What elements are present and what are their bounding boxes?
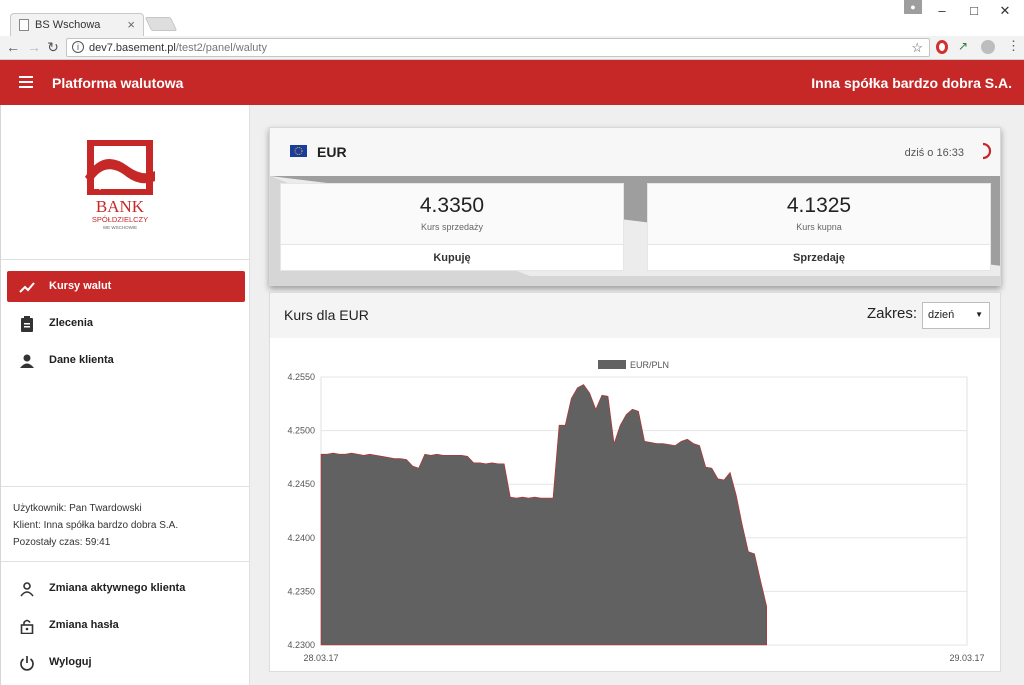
sell-rate-label: Kurs sprzedaży xyxy=(420,222,484,232)
sidebar: BANK SPÓŁDZIELCZY WE WSCHOWIE Kursy walu… xyxy=(0,105,250,685)
app-title: Platforma walutowa xyxy=(52,75,184,91)
app-header: Platforma walutowa Inna spółka bardzo do… xyxy=(0,60,1024,105)
legend-swatch xyxy=(598,360,626,369)
lock-icon xyxy=(20,619,34,634)
legend-label: EUR/PLN xyxy=(630,360,669,370)
maximize-icon[interactable]: □ xyxy=(964,3,984,18)
company-name: Inna spółka bardzo dobra S.A. xyxy=(811,75,1012,91)
browser-toolbar: ← → ↻ i dev7.basement.pl/test2/panel/wal… xyxy=(0,36,1024,60)
clipboard-icon xyxy=(21,316,33,332)
address-bar[interactable]: i dev7.basement.pl/test2/panel/waluty ☆ xyxy=(66,38,930,57)
divider xyxy=(1,561,250,562)
menu-dots-icon[interactable]: ⋮ xyxy=(1007,38,1021,53)
buy-rate-label: Kurs kupna xyxy=(796,222,842,232)
trending-up-icon xyxy=(19,282,35,293)
tab-title: BS Wschowa xyxy=(35,19,101,31)
logo-subtitle: SPÓŁDZIELCZY xyxy=(92,215,148,224)
profile-icon[interactable]: ● xyxy=(904,0,922,14)
session-time: Pozostały czas: 59:41 xyxy=(13,537,111,548)
nav-item-zlecenia[interactable]: Zlecenia xyxy=(7,308,245,339)
bank-logo: BANK SPÓŁDZIELCZY WE WSCHOWIE xyxy=(83,137,157,233)
url-text[interactable]: dev7.basement.pl/test2/panel/waluty xyxy=(89,42,267,54)
sell-currency-button[interactable]: Sprzedaję xyxy=(648,244,990,270)
extension-printer-icon[interactable] xyxy=(981,40,995,54)
range-label: Zakres: xyxy=(867,305,918,322)
dropdown-arrow-icon: ▼ xyxy=(975,310,983,319)
buy-rate-value: 4.1325 xyxy=(786,194,852,217)
y-tick-label: 4.2300 xyxy=(287,640,315,650)
browser-titlebar: BS Wschowa × ● – □ ✕ xyxy=(0,0,1024,36)
rate-header: EUR dziś o 16:33 xyxy=(270,128,1000,176)
y-tick-label: 4.2400 xyxy=(287,533,315,543)
refresh-spinner-icon xyxy=(982,142,992,160)
reload-icon[interactable]: ↻ xyxy=(45,39,61,56)
forward-icon[interactable]: → xyxy=(26,39,42,55)
sell-rate-box: 4.3350 Kurs sprzedaży Kupuję xyxy=(280,183,624,271)
chart-title: Kurs dla EUR xyxy=(284,307,369,323)
main-content: EUR dziś o 16:33 4.3350 Kurs sprzedaży K… xyxy=(250,105,1024,685)
client-name: Klient: Inna spółka bardzo dobra S.A. xyxy=(13,520,179,531)
extension-arrow-icon[interactable]: ↗ xyxy=(958,39,972,53)
exchange-rate-chart: 4.2300 4.2350 4.2400 4.2450 4.2500 4.2550 28.0… xyxy=(287,360,985,663)
nav-label: Dane klienta xyxy=(49,354,114,366)
nav-item-zmiana-klienta[interactable]: Zmiana aktywnego klienta xyxy=(7,573,245,604)
y-tick-label: 4.2350 xyxy=(287,586,315,596)
buy-currency-button[interactable]: Kupuję xyxy=(281,244,623,270)
y-tick-label: 4.2450 xyxy=(287,479,315,489)
divider xyxy=(1,259,250,260)
nav-label: Kursy walut xyxy=(49,280,112,292)
bookmark-star-icon[interactable]: ☆ xyxy=(911,40,923,56)
nav-label: Wyloguj xyxy=(49,656,92,668)
x-tick-label-start: 28.03.17 xyxy=(303,653,338,663)
currency-code: EUR xyxy=(317,144,347,160)
nav-label: Zlecenia xyxy=(49,317,94,329)
nav-label: Zmiana aktywnego klienta xyxy=(49,582,186,594)
user-name: Użytkownik: Pan Twardowski xyxy=(13,503,142,514)
logo-bank-text: BANK xyxy=(96,197,145,216)
nav-item-kursy-walut[interactable]: Kursy walut xyxy=(7,271,245,302)
rate-card: EUR dziś o 16:33 4.3350 Kurs sprzedaży K… xyxy=(269,127,1001,286)
hamburger-menu-icon[interactable] xyxy=(19,76,33,88)
person-icon xyxy=(20,354,34,368)
y-tick-label: 4.2500 xyxy=(287,426,315,436)
eu-flag-icon xyxy=(290,145,307,157)
divider xyxy=(1,486,250,487)
sell-rate-value: 4.3350 xyxy=(419,194,485,217)
y-tick-label: 4.2550 xyxy=(287,372,315,382)
logo-location: WE WSCHOWIE xyxy=(103,225,137,230)
info-icon[interactable]: i xyxy=(72,41,84,53)
chart-header: Kurs dla EUR Zakres: dzień ▼ xyxy=(270,293,1000,338)
browser-tab[interactable]: BS Wschowa × xyxy=(10,13,144,36)
back-icon[interactable]: ← xyxy=(5,39,21,55)
close-tab-icon[interactable]: × xyxy=(127,17,135,32)
chart-card: Kurs dla EUR Zakres: dzień ▼ 4.2300 4.235… xyxy=(269,292,1001,672)
close-window-icon[interactable]: ✕ xyxy=(995,3,1015,19)
new-tab-button[interactable] xyxy=(144,17,178,31)
nav-label: Zmiana hasła xyxy=(49,619,119,631)
range-value: dzień xyxy=(928,309,955,321)
rate-timestamp: dziś o 16:33 xyxy=(904,147,964,159)
range-select[interactable]: dzień ▼ xyxy=(922,302,990,329)
power-icon xyxy=(20,656,34,671)
page-icon xyxy=(19,19,29,31)
nav-item-dane-klienta[interactable]: Dane klienta xyxy=(7,345,245,376)
opera-extension-icon[interactable] xyxy=(936,40,948,54)
nav-item-zmiana-hasla[interactable]: Zmiana hasła xyxy=(7,610,245,641)
minimize-icon[interactable]: – xyxy=(932,3,952,18)
nav-item-wyloguj[interactable]: Wyloguj xyxy=(7,647,245,678)
x-tick-label-end: 29.03.17 xyxy=(949,653,984,663)
person-outline-icon xyxy=(20,582,34,597)
buy-rate-box: 4.1325 Kurs kupna Sprzedaję xyxy=(647,183,991,271)
